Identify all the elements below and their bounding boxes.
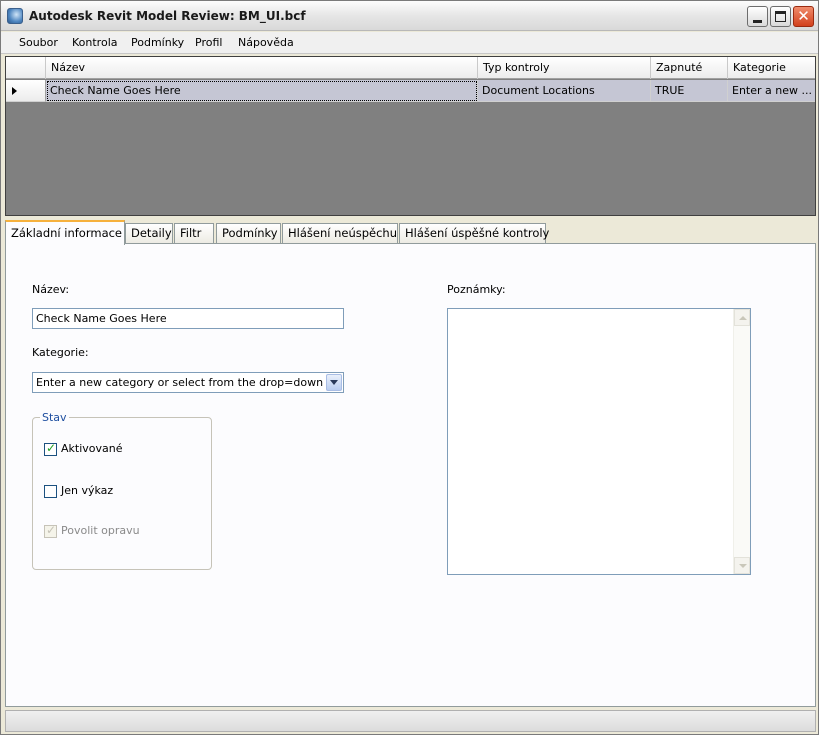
checkmark-icon: ✓	[46, 441, 57, 455]
menu-kontrola[interactable]: Kontrola	[72, 36, 118, 49]
notes-label: Poznámky:	[447, 283, 506, 296]
name-label: Název:	[32, 283, 70, 296]
close-button[interactable]: ✕	[793, 6, 814, 27]
window-title: Autodesk Revit Model Review: BM_UI.bcf	[29, 9, 306, 23]
status-bar	[5, 710, 816, 732]
checkmark-icon: ✓	[46, 523, 57, 537]
revit-model-review-icon	[7, 8, 23, 24]
scroll-down-button[interactable]	[734, 557, 750, 574]
tab-success-report[interactable]: Hlášení úspěšné kontroly	[399, 223, 549, 244]
title-bar[interactable]: Autodesk Revit Model Review: BM_UI.bcf ✕	[1, 1, 818, 31]
minimize-icon	[753, 20, 762, 23]
status-group-title: Stav	[40, 411, 69, 424]
menu-profil[interactable]: Profil	[195, 36, 222, 49]
maximize-icon	[775, 11, 786, 22]
column-header-enabled[interactable]: Zapnuté	[651, 57, 728, 79]
name-field[interactable]: Check Name Goes Here	[32, 308, 344, 329]
checks-grid[interactable]: Název Typ kontroly Zapnuté Kategorie Che…	[5, 56, 816, 216]
cell-name[interactable]: Check Name Goes Here	[46, 80, 478, 102]
maximize-button[interactable]	[770, 6, 791, 27]
menu-soubor[interactable]: Soubor	[19, 36, 58, 49]
report-only-checkbox[interactable]	[44, 485, 57, 498]
column-header-category[interactable]: Kategorie	[728, 57, 815, 79]
menu-napoveda[interactable]: Nápověda	[238, 36, 294, 49]
report-only-label[interactable]: Jen výkaz	[61, 484, 113, 497]
column-header-check-type[interactable]: Typ kontroly	[478, 57, 651, 79]
row-header[interactable]	[6, 80, 46, 102]
notes-textarea[interactable]	[447, 308, 751, 575]
cell-category[interactable]: Enter a new ...	[728, 80, 815, 102]
tab-failure-report[interactable]: Hlášení neúspěchu	[282, 223, 398, 244]
category-label: Kategorie:	[32, 346, 89, 359]
category-select[interactable]: Enter a new category or select from the …	[32, 372, 344, 393]
tab-details[interactable]: Detaily	[125, 223, 173, 244]
column-header-name[interactable]: Název	[46, 57, 478, 79]
chevron-up-icon	[739, 316, 747, 320]
dropdown-button[interactable]	[326, 374, 342, 391]
chevron-down-icon	[739, 564, 747, 568]
tab-strip: Základní informace Detaily Filtr Podmínk…	[5, 220, 816, 245]
cell-check-type[interactable]: Document Locations	[478, 80, 651, 102]
current-row-icon	[12, 87, 17, 95]
allow-fix-label: Povolit opravu	[61, 524, 140, 537]
app-window: Autodesk Revit Model Review: BM_UI.bcf ✕…	[0, 0, 819, 735]
scroll-up-button[interactable]	[734, 309, 750, 326]
activated-label[interactable]: Aktivované	[61, 442, 123, 455]
cell-enabled[interactable]: TRUE	[651, 80, 728, 102]
notes-scrollbar[interactable]	[733, 309, 750, 574]
close-icon: ✕	[797, 7, 810, 25]
allow-fix-checkbox: ✓	[44, 523, 57, 538]
tab-conditions[interactable]: Podmínky	[216, 223, 281, 244]
chevron-down-icon	[330, 380, 338, 385]
category-select-value: Enter a new category or select from the …	[36, 376, 333, 389]
grid-corner-header	[6, 57, 46, 79]
tab-basic-info[interactable]: Základní informace	[5, 220, 125, 245]
menu-bar: Soubor Kontrola Podmínky Profil Nápověda	[1, 32, 818, 54]
tab-panel-basic-info: Název: Check Name Goes Here Kategorie: E…	[5, 243, 816, 707]
activated-checkbox[interactable]: ✓	[44, 441, 57, 456]
minimize-button[interactable]	[747, 6, 768, 27]
menu-podminky[interactable]: Podmínky	[131, 36, 184, 49]
tab-filter[interactable]: Filtr	[174, 223, 214, 244]
status-group: Stav ✓ Aktivované Jen výkaz ✓ Povolit op…	[32, 411, 212, 570]
grid-header: Název Typ kontroly Zapnuté Kategorie	[6, 57, 815, 79]
table-row[interactable]: Check Name Goes Here Document Locations …	[6, 80, 815, 102]
